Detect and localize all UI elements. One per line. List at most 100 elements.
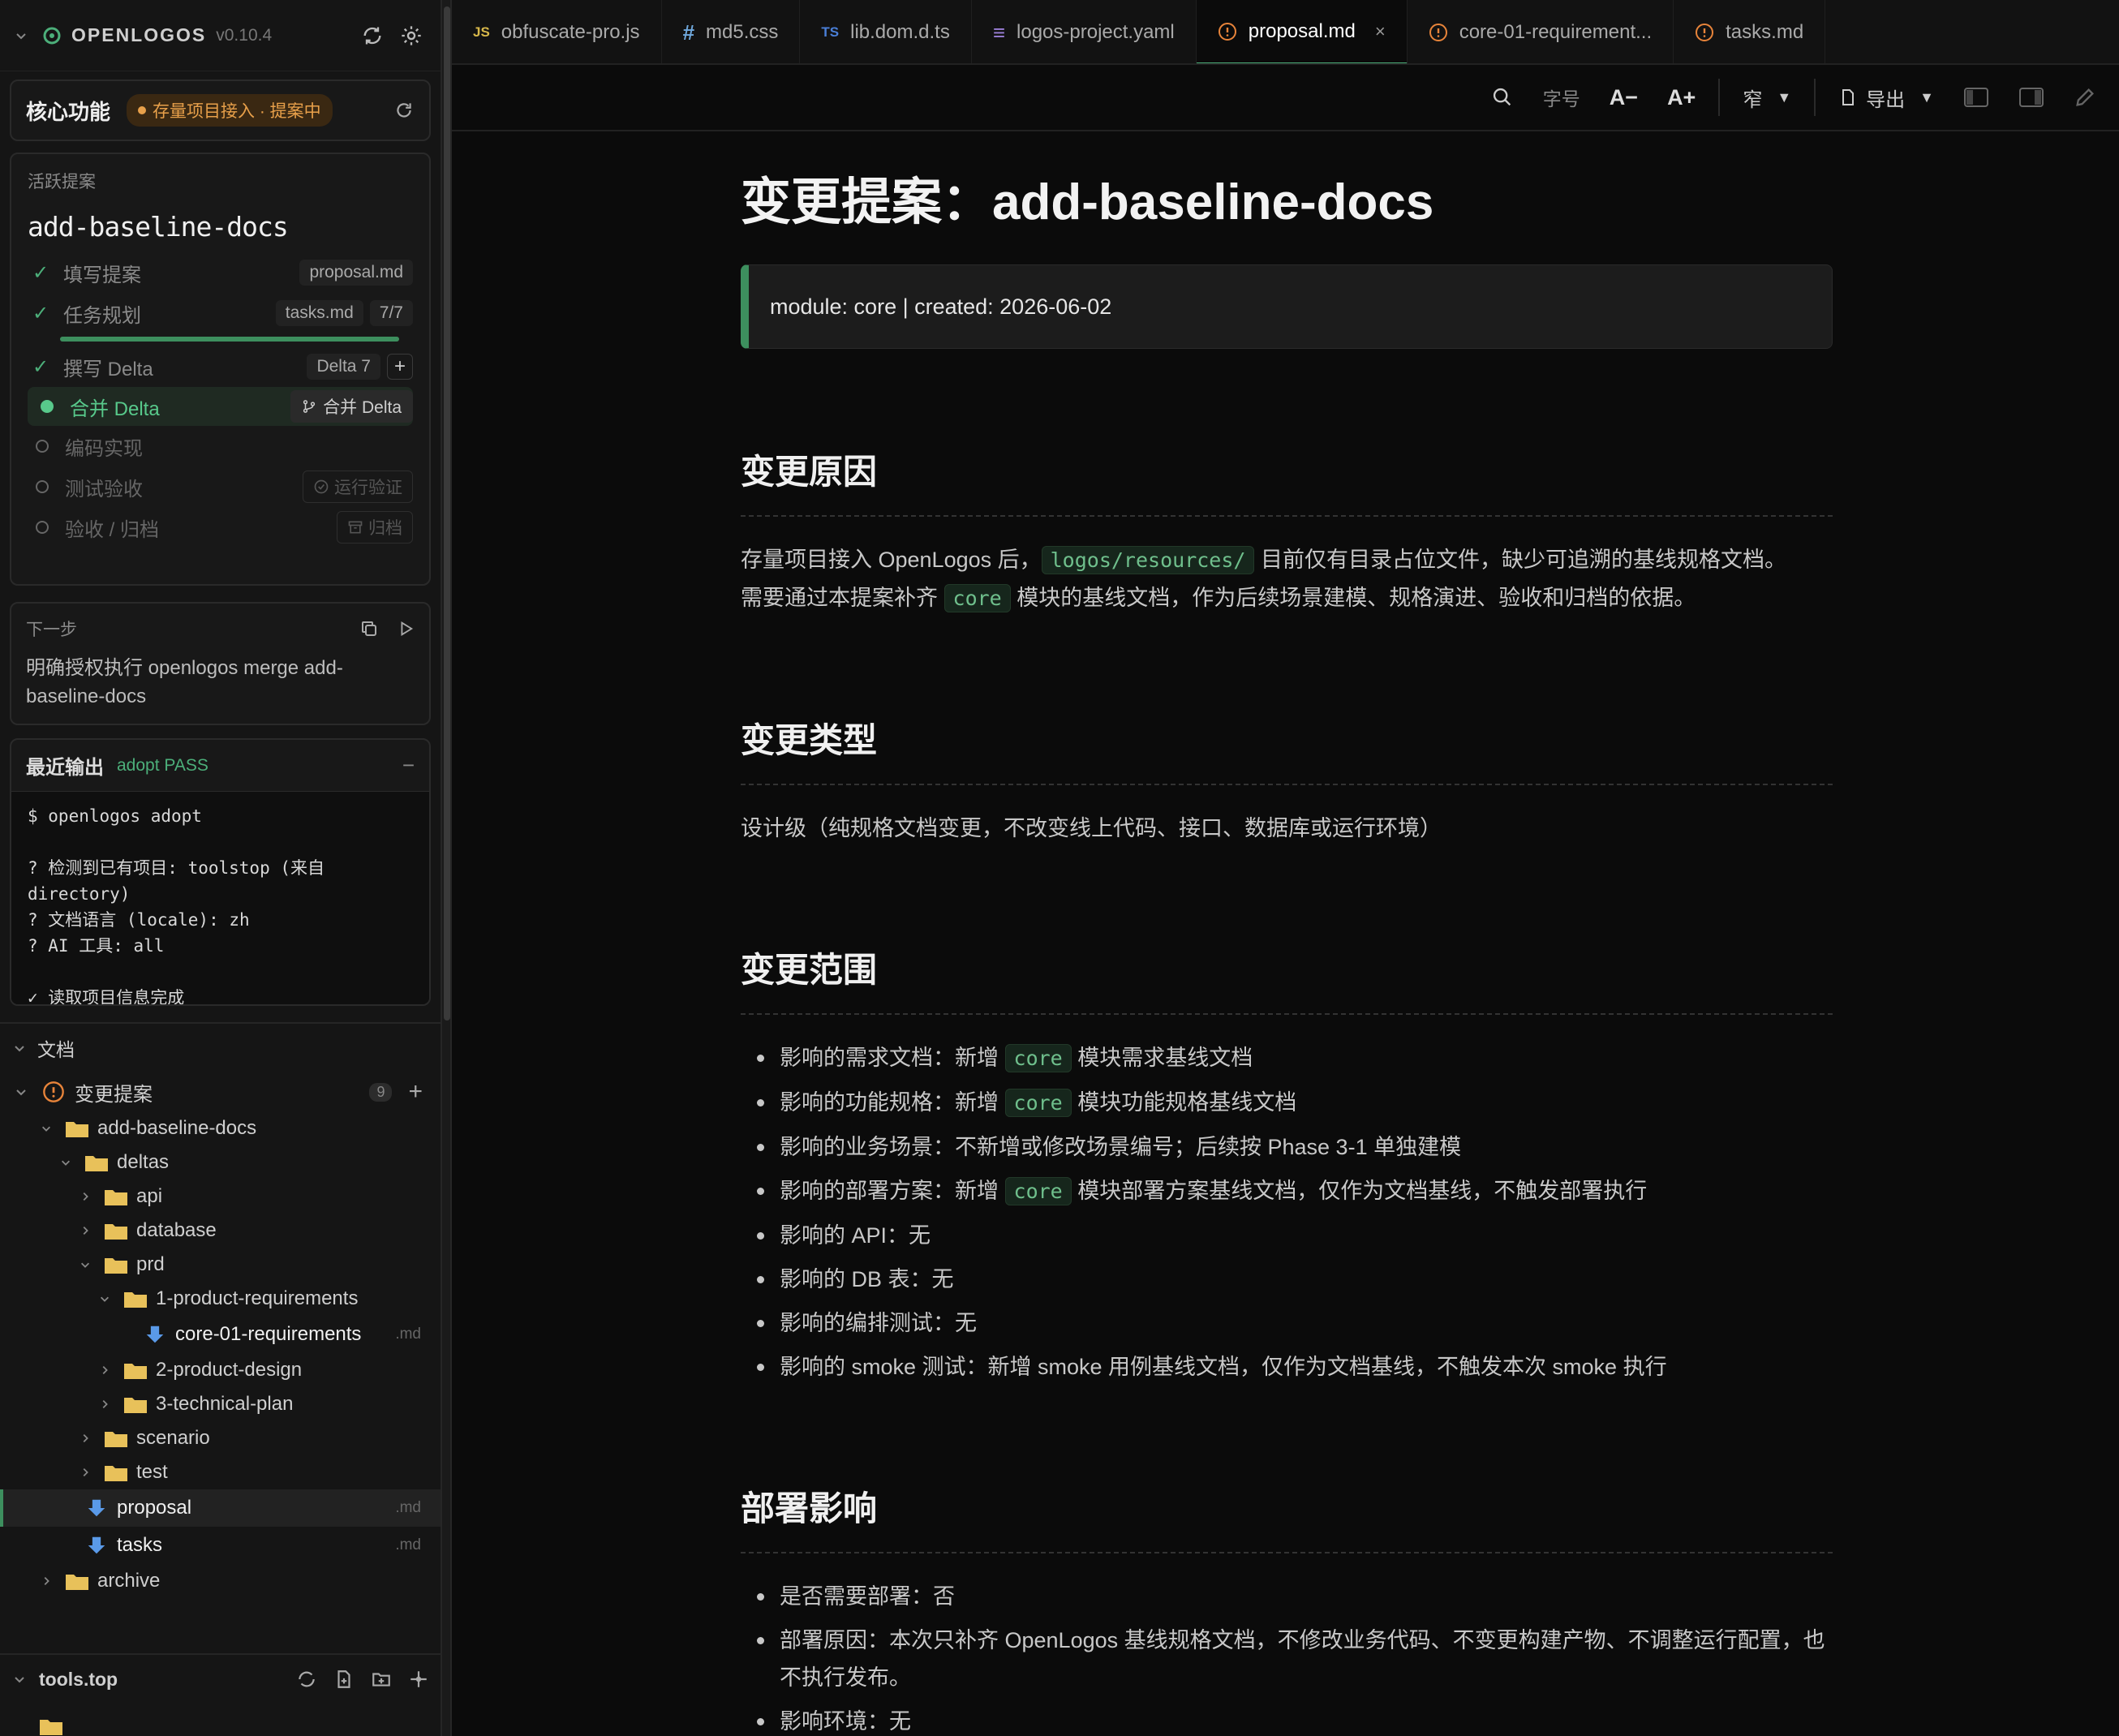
app-name: OPENLOGOS: [71, 24, 207, 45]
gear-icon[interactable]: [400, 24, 423, 47]
new-folder-icon[interactable]: [371, 1669, 392, 1690]
merge-delta-button[interactable]: 合并 Delta: [290, 390, 413, 423]
tree-folder-3-technical-plan[interactable]: 3-technical-plan: [0, 1387, 441, 1421]
workspace-header[interactable]: tools.top: [0, 1653, 442, 1704]
collapse-output-button[interactable]: −: [402, 753, 415, 778]
step-write-delta[interactable]: ✓ 撰写 Delta Delta 7 +: [28, 346, 413, 387]
step-label: 测试验收: [65, 478, 143, 501]
folder-icon: [60, 1571, 97, 1591]
app-header: OPENLOGOS v0.10.4: [0, 0, 441, 71]
refresh-icon[interactable]: [296, 1669, 317, 1690]
step-merge-delta[interactable]: 合并 Delta 合并 Delta: [28, 387, 413, 426]
list-item: 影响的部署方案：新增 core 模块部署方案基线文档，仅作为文档基线，不触发部署…: [741, 1172, 1833, 1210]
step-coding[interactable]: 编码实现: [28, 426, 413, 466]
font-increase-button[interactable]: A+: [1667, 85, 1696, 110]
alert-circle-icon: [1429, 23, 1448, 42]
copy-icon[interactable]: [359, 619, 379, 638]
tab-label: tasks.md: [1726, 21, 1804, 43]
sync-icon[interactable]: [361, 24, 384, 47]
app-version: v0.10.4: [216, 25, 273, 45]
delta-count-pill[interactable]: Delta 7: [307, 354, 380, 380]
tab-lib-dom-d-ts[interactable]: TS lib.dom.d.ts: [800, 0, 972, 63]
tree-folder-prd[interactable]: prd: [0, 1248, 441, 1282]
tree-label: test: [136, 1461, 168, 1483]
edit-pencil-icon[interactable]: [2074, 86, 2096, 109]
chevron-right-icon: [80, 1191, 99, 1202]
docs-section-header[interactable]: 文档: [0, 1022, 441, 1072]
chevron-down-icon: [99, 1293, 118, 1304]
refresh-icon[interactable]: [393, 100, 415, 121]
toggle-left-panel-icon[interactable]: [1963, 86, 1989, 109]
tree-folder-add-baseline-docs[interactable]: add-baseline-docs: [0, 1111, 441, 1145]
close-icon[interactable]: ×: [1375, 21, 1386, 42]
folder-icon: [99, 1255, 136, 1274]
step-label: 任务规划: [63, 304, 141, 327]
inline-code: core: [1004, 1089, 1072, 1117]
tree-folder-scenario[interactable]: scenario: [0, 1421, 441, 1455]
tab-logos-project-yaml[interactable]: ≡ logos-project.yaml: [972, 0, 1197, 63]
file-ext: .md: [395, 1326, 421, 1343]
tree-folder-test[interactable]: test: [0, 1455, 441, 1489]
font-size-label: 字号: [1542, 88, 1580, 110]
list-item: 影响的 smoke 测试：新增 smoke 用例基线文档，仅作为文档基线，不触发…: [741, 1348, 1833, 1386]
step-task-plan[interactable]: ✓ 任务规划 tasks.md 7/7: [28, 293, 413, 333]
tab-obfuscate-pro-js[interactable]: JS obfuscate-pro.js: [452, 0, 662, 63]
archive-button[interactable]: 归档: [337, 511, 413, 544]
tab-core-01-requirement-[interactable]: core-01-requirement...: [1408, 0, 1674, 63]
add-proposal-button[interactable]: +: [408, 1078, 423, 1106]
chevron-down-icon[interactable]: [15, 29, 28, 42]
sidebar-scrollbar[interactable]: [442, 0, 452, 1736]
section-heading-scope: 变更范围: [741, 943, 1833, 1015]
tab-proposal-md[interactable]: proposal.md ×: [1196, 0, 1408, 63]
step-label: 撰写 Delta: [63, 358, 153, 380]
step-archive[interactable]: 验收 / 归档 归档: [28, 507, 413, 548]
tree-label: scenario: [136, 1427, 210, 1449]
tree-folder-api[interactable]: api: [0, 1180, 441, 1214]
export-button[interactable]: 导出 ▼: [1838, 84, 1934, 112]
file-ext: .md: [395, 1499, 421, 1516]
pending-circle-icon: [36, 480, 49, 493]
font-decrease-button[interactable]: A−: [1610, 85, 1638, 110]
tree-file-proposal[interactable]: proposal .md: [0, 1489, 441, 1527]
alert-circle-icon: [1695, 23, 1714, 42]
check-icon: ✓: [32, 355, 49, 378]
add-delta-button[interactable]: +: [387, 354, 413, 380]
search-button[interactable]: [1491, 86, 1514, 109]
tree-file-tasks[interactable]: tasks .md: [0, 1527, 441, 1564]
folder-icon: [99, 1429, 136, 1448]
tree-file-core-01-requirements[interactable]: core-01-requirements .md: [0, 1316, 441, 1353]
next-step-text: 明确授权执行 openlogos merge add-baseline-docs: [26, 657, 343, 707]
tasks-file-pill[interactable]: tasks.md: [275, 300, 363, 326]
proposal-name: add-baseline-docs: [28, 211, 289, 243]
tree-folder-1-product-requirements[interactable]: 1-product-requirements: [0, 1282, 441, 1316]
play-icon[interactable]: [397, 620, 415, 638]
step-fill-proposal[interactable]: ✓ 填写提案 proposal.md: [28, 252, 413, 293]
tree-folder-2-product-design[interactable]: 2-product-design: [0, 1353, 441, 1387]
width-select[interactable]: 窄 ▼: [1743, 84, 1791, 112]
status-badge: 存量项目接入 · 提案中: [127, 94, 333, 127]
docs-section-label: 文档: [37, 1039, 75, 1060]
tab-label: core-01-requirement...: [1459, 21, 1653, 43]
run-verify-button[interactable]: 运行验证: [303, 471, 413, 503]
proposal-file-pill[interactable]: proposal.md: [299, 260, 413, 286]
alert-circle-icon: [42, 1081, 65, 1103]
tree-folder-archive[interactable]: archive: [0, 1564, 441, 1598]
tab-tasks-md[interactable]: tasks.md: [1674, 0, 1826, 63]
tree-folder-deltas[interactable]: deltas: [0, 1145, 441, 1180]
proposal-group-row[interactable]: 变更提案 9 +: [0, 1072, 441, 1111]
tab-md5-css[interactable]: # md5.css: [662, 0, 801, 63]
output-console: $ openlogos adopt ? 检测到已有项目: toolstop (来…: [11, 792, 429, 1004]
locate-icon[interactable]: [408, 1669, 429, 1690]
task-progress-bar: [60, 337, 399, 342]
markdown-file-icon: [138, 1325, 175, 1344]
chevron-right-icon: [80, 1225, 99, 1236]
tree-folder-database[interactable]: database: [0, 1214, 441, 1248]
new-file-icon[interactable]: [333, 1669, 355, 1690]
step-label: 填写提案: [63, 264, 141, 286]
editor-toolbar: 字号 A− A+ 窄 ▼ 导出 ▼: [452, 65, 2119, 131]
chevron-right-icon: [41, 1575, 60, 1587]
step-test[interactable]: 测试验收 运行验证: [28, 466, 413, 507]
toggle-right-panel-icon[interactable]: [2018, 86, 2044, 109]
folder-icon: [99, 1463, 136, 1482]
pending-circle-icon: [36, 521, 49, 534]
